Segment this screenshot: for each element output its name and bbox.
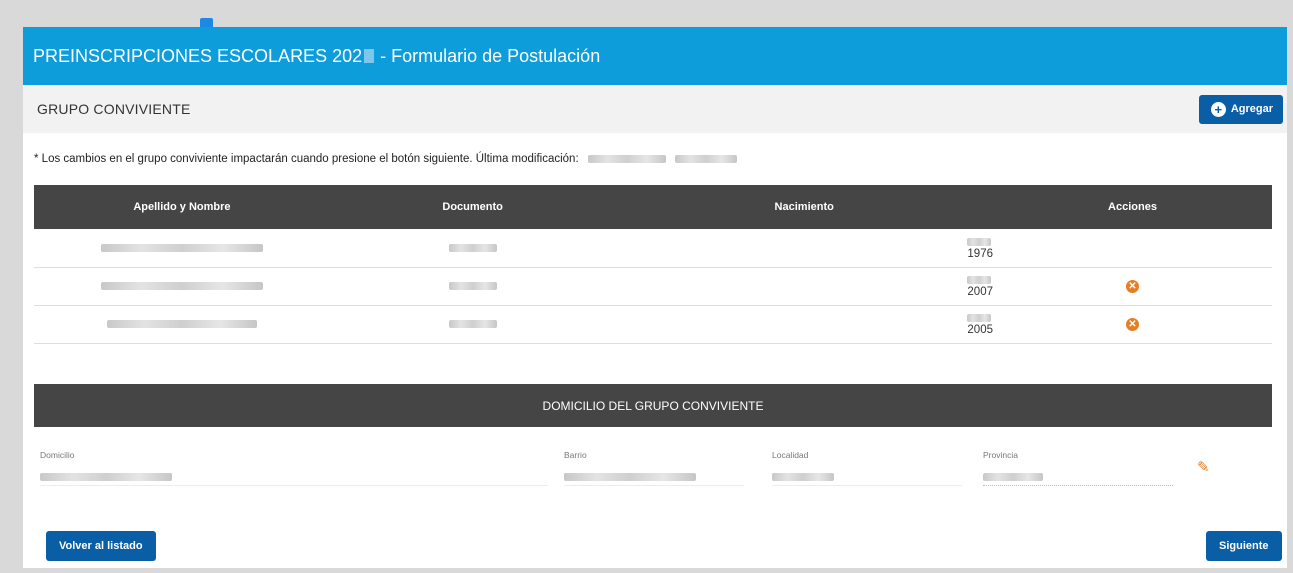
provincia-value <box>983 466 1173 486</box>
domicilio-field: Domicilio <box>40 450 548 486</box>
member-birth: 1976 <box>615 229 993 268</box>
provincia-label: Provincia <box>983 450 1018 460</box>
barrio-field: Barrio <box>564 450 744 486</box>
member-actions <box>993 229 1272 268</box>
col-document: Documento <box>329 185 616 229</box>
redacted-time <box>675 154 738 163</box>
add-member-button[interactable]: + Agregar <box>1198 94 1283 124</box>
localidad-field: Localidad <box>772 450 962 486</box>
col-actions: Acciones <box>993 185 1272 229</box>
redacted-date <box>587 154 666 163</box>
add-member-label: Agregar <box>1230 103 1273 115</box>
col-name: Apellido y Nombre <box>34 185 330 229</box>
back-to-list-button[interactable]: Volver al listado <box>46 531 156 561</box>
table-row: 1976 <box>34 229 1272 268</box>
next-button[interactable]: Siguiente <box>1206 531 1282 561</box>
page-title-prefix: PREINSCRIPCIONES ESCOLARES 202 <box>33 45 363 66</box>
member-birth: 2005 <box>615 305 993 344</box>
member-document <box>329 229 616 268</box>
x-circle-icon[interactable]: ✕ <box>1126 317 1139 331</box>
member-birth: 2007 <box>615 267 993 306</box>
address-header: DOMICILIO DEL GRUPO CONVIVIENTE <box>34 384 1272 427</box>
member-actions: ✕ <box>993 305 1272 344</box>
page-title-suffix: - Formulario de Postulación <box>380 45 601 66</box>
localidad-label: Localidad <box>772 450 809 460</box>
localidad-value <box>772 466 962 486</box>
member-name <box>34 267 330 306</box>
member-document <box>329 305 616 344</box>
plus-circle-icon: + <box>1210 101 1226 117</box>
table-row: 2005 ✕ <box>34 305 1272 344</box>
barrio-value <box>564 466 744 486</box>
member-name <box>34 305 330 344</box>
provincia-field: Provincia <box>983 450 1173 486</box>
form-card: PREINSCRIPCIONES ESCOLARES 202 - Formula… <box>23 27 1287 568</box>
section-header: GRUPO CONVIVIENTE + Agregar <box>23 85 1287 133</box>
barrio-label: Barrio <box>564 450 587 460</box>
title-bar: PREINSCRIPCIONES ESCOLARES 202 - Formula… <box>23 27 1287 85</box>
col-birth: Nacimiento <box>615 185 993 229</box>
member-document <box>329 267 616 306</box>
redacted-year-digit <box>364 49 375 63</box>
pencil-icon[interactable]: ✎ <box>1197 458 1210 476</box>
members-table-header: Apellido y Nombre Documento Nacimiento A… <box>34 185 1272 229</box>
x-circle-icon[interactable]: ✕ <box>1126 279 1139 293</box>
birth-year: 2005 <box>967 324 993 336</box>
birth-year: 2007 <box>967 286 993 298</box>
members-table: Apellido y Nombre Documento Nacimiento A… <box>34 185 1272 344</box>
changes-note: * Los cambios en el grupo conviviente im… <box>23 133 1287 185</box>
section-title: GRUPO CONVIVIENTE <box>37 101 191 117</box>
member-name <box>34 229 330 268</box>
table-row: 2007 ✕ <box>34 267 1272 306</box>
changes-note-text: * Los cambios en el grupo conviviente im… <box>34 153 579 165</box>
domicilio-value <box>40 466 548 486</box>
birth-year: 1976 <box>967 247 993 260</box>
member-actions: ✕ <box>993 267 1272 306</box>
domicilio-label: Domicilio <box>40 450 75 460</box>
